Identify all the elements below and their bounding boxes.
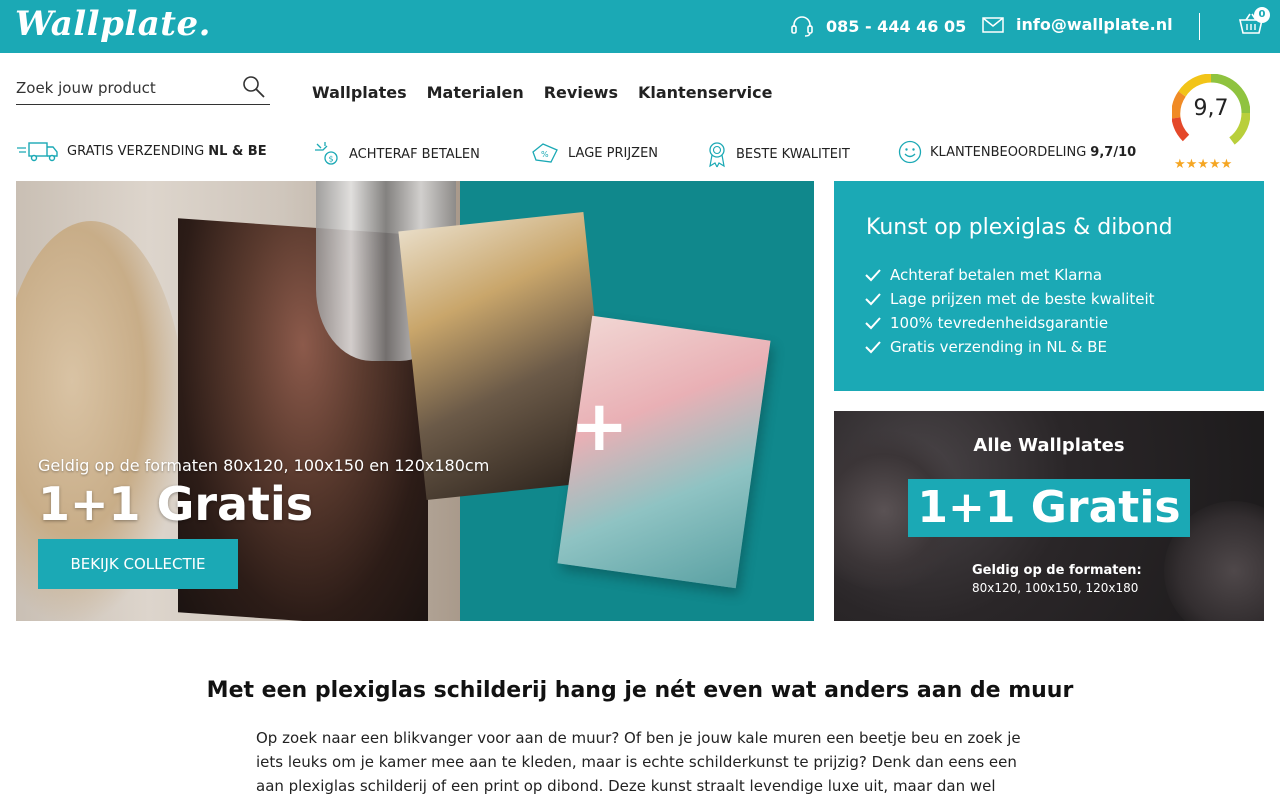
rating-value: 9,7 [1193, 96, 1229, 121]
plus-symbol: + [570, 385, 629, 467]
headset-icon [791, 16, 813, 37]
top-bar: Wallplate. 085 - 444 46 05 info@wallplat… [0, 0, 1280, 53]
promo-headline: 1+1 Gratis [908, 479, 1190, 537]
phone-number: 085 - 444 46 05 [826, 16, 967, 36]
usp-rating: KLANTENBEOORDELING 9,7/10 [898, 140, 1136, 164]
search-icon[interactable] [242, 75, 266, 99]
promo-valid-label: Geldig op de formaten: [972, 563, 1142, 578]
nav-item-klantenservice[interactable]: Klantenservice [638, 83, 772, 102]
nav-item-wallplates[interactable]: Wallplates [312, 83, 407, 102]
promo-sizes: 80x120, 100x150, 120x180 [972, 581, 1139, 595]
award-ribbon-icon [709, 142, 725, 168]
search-input[interactable] [16, 74, 226, 102]
check-icon [865, 341, 881, 354]
email-address: info@wallplate.nl [1016, 15, 1173, 34]
discount-tag-icon: % [532, 143, 558, 163]
benefit-item: Achteraf betalen met Klarna [864, 263, 1155, 287]
usp-shipping: GRATIS VERZENDING NL & BE [17, 140, 267, 162]
phone-link[interactable]: 085 - 444 46 05 [790, 15, 966, 37]
truck-icon [17, 142, 58, 162]
info-box: Kunst op plexiglas & dibond Achteraf bet… [834, 181, 1264, 391]
smiley-icon [898, 140, 922, 164]
header-divider [1199, 13, 1200, 40]
content-heading: Met een plexiglas schilderij hang je nét… [206, 678, 1074, 703]
benefits-list: Achteraf betalen met Klarna Lage prijzen… [864, 263, 1155, 359]
envelope-icon [982, 16, 1004, 33]
usp-quality-label: BESTE KWALITEIT [736, 146, 850, 162]
usp-prices: % LAGE PRIJZEN [530, 140, 658, 166]
usp-prices-label: LAGE PRIJZEN [568, 145, 659, 161]
benefit-item: Gratis verzending in NL & BE [864, 335, 1155, 359]
benefit-item: 100% tevredenheidsgarantie [864, 311, 1155, 335]
view-collection-button[interactable]: BEKIJK COLLECTIE [38, 539, 238, 589]
check-icon [865, 317, 881, 330]
payment-hand-icon: $ [315, 142, 338, 165]
usp-payment-label: ACHTERAF BETALEN [349, 146, 480, 162]
search-bar [16, 74, 270, 105]
main-nav: Wallplates Materialen Reviews Klantenser… [312, 83, 772, 102]
check-icon [865, 293, 881, 306]
svg-text:$: $ [329, 155, 334, 164]
hero-subtitle: Geldig op de formaten 80x120, 100x150 en… [38, 456, 490, 475]
svg-text:%: % [541, 150, 549, 159]
usp-quality: BESTE KWALITEIT [706, 140, 850, 168]
logo[interactable]: Wallplate. [15, 4, 211, 44]
usp-payment: $ ACHTERAF BETALEN [313, 140, 480, 168]
promo-title: Alle Wallplates [973, 435, 1125, 456]
hero-title: 1+1 Gratis [38, 477, 314, 531]
usp-shipping-label: GRATIS VERZENDING NL & BE [67, 143, 267, 159]
email-link[interactable]: info@wallplate.nl [982, 15, 1173, 34]
check-icon [865, 269, 881, 282]
nav-item-materialen[interactable]: Materialen [427, 83, 524, 102]
rating-stars: ★★★★★ [1174, 157, 1233, 172]
cart-count-badge: 0 [1254, 7, 1270, 23]
benefit-item: Lage prijzen met de beste kwaliteit [864, 287, 1155, 311]
promo-banner[interactable]: Alle Wallplates 1+1 Gratis Geldig op de … [834, 411, 1264, 621]
info-box-title: Kunst op plexiglas & dibond [866, 215, 1173, 240]
hero-banner[interactable]: + Geldig op de formaten 80x120, 100x150 … [16, 181, 814, 621]
content-paragraph: Op zoek naar een blikvanger voor aan de … [256, 729, 1021, 795]
nav-item-reviews[interactable]: Reviews [544, 83, 618, 102]
usp-rating-label: KLANTENBEOORDELING 9,7/10 [930, 144, 1137, 160]
